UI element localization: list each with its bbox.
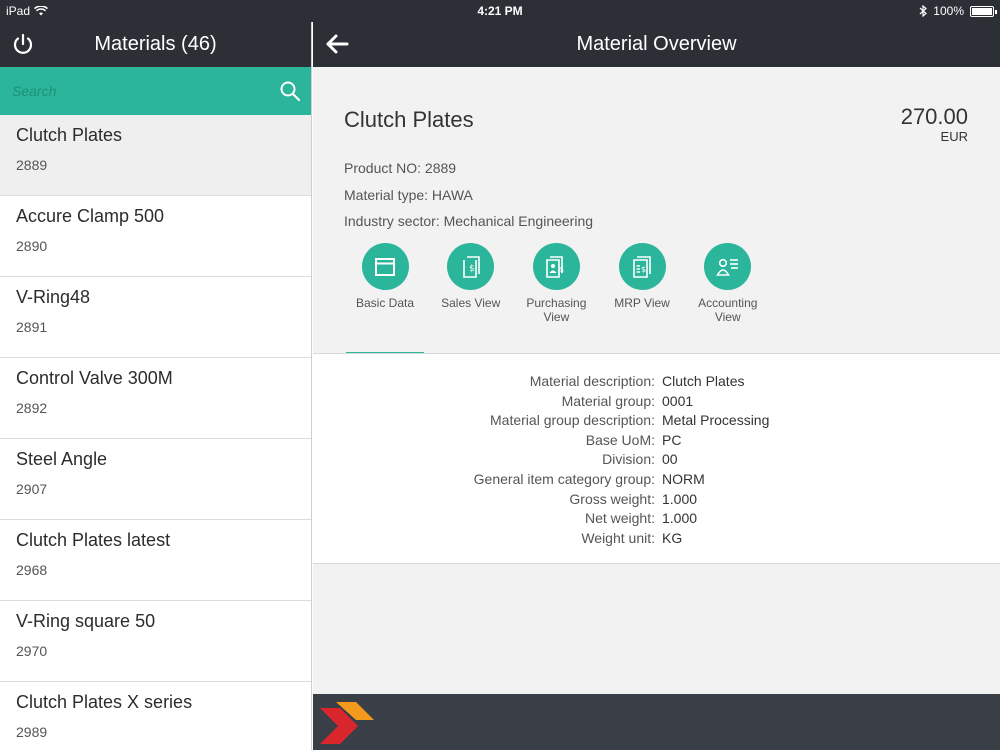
material-type: Material type: HAWA	[344, 187, 473, 203]
tab-label: Accounting View	[698, 296, 758, 324]
list-item[interactable]: V-Ring square 50 2970	[0, 601, 311, 682]
material-number: 2891	[16, 319, 48, 335]
material-number: 2970	[16, 643, 48, 659]
brand-logo	[320, 702, 374, 744]
field-label: General item category group:	[473, 470, 655, 487]
object-title: Clutch Plates	[344, 107, 474, 132]
tab-basic-data[interactable]: Basic Data	[346, 243, 424, 354]
materials-pane: Materials (46) Clutch Plates 2889 Accure…	[0, 22, 312, 750]
tab-sales-view[interactable]: $ Sales View	[432, 243, 510, 353]
list-item[interactable]: Clutch Plates 2889	[0, 115, 311, 196]
clock: 4:21 PM	[477, 4, 523, 18]
list-dollar-icon: $	[618, 243, 666, 290]
material-number: 2892	[16, 400, 48, 416]
svg-text:$: $	[641, 265, 646, 274]
materials-list: Clutch Plates 2889 Accure Clamp 500 2890…	[0, 115, 311, 750]
document-dollar-icon: $	[447, 243, 495, 290]
material-number: 2989	[16, 724, 48, 740]
material-number: 2889	[16, 157, 48, 173]
window-icon	[361, 243, 409, 290]
field-label: Material group description:	[490, 412, 655, 429]
footer-bar	[313, 694, 1000, 750]
battery-icon	[970, 5, 997, 17]
object-header: Clutch Plates 270.00 EUR Product NO: 288…	[313, 67, 1000, 354]
list-item[interactable]: Clutch Plates X series 2989	[0, 682, 311, 750]
form-row: Base UoM: PC	[313, 432, 1000, 452]
material-name: V-Ring square 50	[16, 611, 156, 631]
field-label: Gross weight:	[569, 490, 655, 507]
search-bar	[0, 67, 311, 115]
tab-accounting-view[interactable]: Accounting View	[689, 243, 767, 353]
field-value: 1.000	[662, 510, 698, 527]
material-number: 2890	[16, 238, 48, 254]
page-title: Material Overview	[576, 33, 737, 55]
field-label: Weight unit:	[581, 529, 655, 546]
list-item[interactable]: Accure Clamp 500 2890	[0, 196, 311, 277]
field-value: Clutch Plates	[662, 373, 745, 389]
svg-text:$: $	[559, 265, 564, 274]
field-label: Material group:	[561, 392, 655, 409]
material-name: Steel Angle	[16, 449, 108, 469]
power-icon[interactable]	[10, 32, 36, 58]
search-input[interactable]	[12, 81, 262, 101]
tab-label: Purchasing View	[526, 296, 587, 324]
person-list-icon	[704, 243, 752, 290]
price-currency: EUR	[940, 129, 968, 144]
basic-data-form: Material description: Clutch Plates Mater…	[313, 353, 1000, 564]
form-row: Material group: 0001	[313, 393, 1000, 413]
price-value: 270.00	[900, 104, 968, 129]
list-item[interactable]: Steel Angle 2907	[0, 439, 311, 520]
material-number: 2968	[16, 562, 48, 578]
product-number: Product NO: 2889	[344, 160, 457, 176]
field-value: 00	[662, 451, 678, 468]
material-number: 2907	[16, 481, 48, 497]
field-value: 0001	[662, 392, 694, 409]
field-label: Net weight:	[584, 510, 655, 527]
detail-pane: Material Overview Clutch Plates 270.00 E…	[313, 22, 1000, 750]
status-bar: iPad 4:21 PM 100%	[0, 0, 1000, 22]
material-name: Accure Clamp 500	[16, 206, 165, 226]
list-item[interactable]: V-Ring48 2891	[0, 277, 311, 358]
materials-header: Materials (46)	[0, 22, 311, 67]
tab-purchasing-view[interactable]: $ Purchasing View	[517, 243, 595, 353]
materials-title: Materials (46)	[94, 33, 217, 55]
field-label: Material description:	[529, 373, 655, 389]
tab-label: Basic Data	[355, 296, 415, 310]
form-row: Weight unit: KG	[313, 530, 1000, 550]
field-value: NORM	[662, 470, 705, 487]
battery-percent: 100%	[933, 4, 964, 18]
list-item[interactable]: Control Valve 300M 2892	[0, 358, 311, 439]
field-value: Metal Processing	[662, 412, 770, 429]
field-value: PC	[662, 431, 682, 448]
form-row: Gross weight: 1.000	[313, 491, 1000, 511]
material-name: Clutch Plates latest	[16, 530, 171, 550]
material-name: V-Ring48	[16, 287, 91, 307]
icon-tab-bar: Basic Data $ Sales View $ Purchasing Vie…	[346, 243, 774, 354]
field-value: 1.000	[662, 490, 698, 507]
detail-header: Material Overview	[313, 22, 1000, 67]
tab-label: MRP View	[614, 296, 670, 310]
field-value: KG	[662, 529, 683, 546]
tab-mrp-view[interactable]: $ MRP View	[603, 243, 681, 353]
industry-sector: Industry sector: Mechanical Engineering	[344, 213, 594, 229]
field-label: Base UoM:	[585, 431, 655, 448]
svg-text:$: $	[469, 264, 475, 274]
material-name: Clutch Plates	[16, 125, 123, 145]
form-row: Net weight: 1.000	[313, 510, 1000, 530]
list-item[interactable]: Clutch Plates latest 2968	[0, 520, 311, 601]
form-row: General item category group: NORM	[313, 471, 1000, 491]
purchasing-document-icon: $	[532, 243, 580, 290]
material-name: Control Valve 300M	[16, 368, 173, 388]
tab-label: Sales View	[441, 296, 501, 310]
bluetooth-icon	[919, 5, 928, 17]
field-label: Division:	[602, 451, 655, 468]
material-name: Clutch Plates X series	[16, 692, 193, 712]
search-icon[interactable]	[279, 80, 301, 102]
form-row: Material group description: Metal Process…	[313, 412, 1000, 432]
form-row: Division: 00	[313, 451, 1000, 471]
form-row: Material description: Clutch Plates	[313, 373, 1000, 393]
